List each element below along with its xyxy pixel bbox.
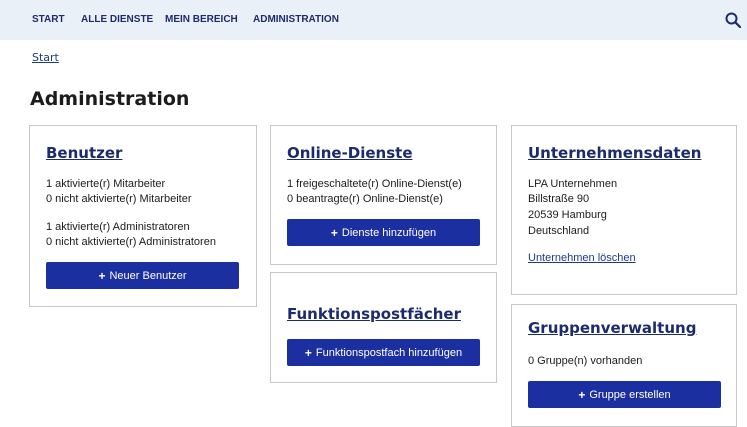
nav-item-alle-dienste[interactable]: ALLE DIENSTE — [81, 0, 153, 40]
plus-icon: + — [304, 345, 312, 360]
stat-groups: 0 Gruppe(n) vorhanden — [528, 355, 643, 367]
card-title-benutzer[interactable]: Benutzer — [46, 144, 122, 162]
create-group-button-label: Gruppe erstellen — [589, 388, 671, 401]
card-title-gruppenverwaltung[interactable]: Gruppenverwaltung — [528, 319, 696, 337]
stat-requested-services: 0 beantragte(r) Online-Dienst(e) — [287, 193, 443, 205]
search-icon[interactable] — [724, 11, 742, 29]
plus-icon: + — [98, 268, 106, 283]
card-funktionspostfaecher: Funktionspostfächer + Funktionspostfach … — [270, 272, 497, 383]
card-gruppenverwaltung: Gruppenverwaltung 0 Gruppe(n) vorhanden … — [511, 304, 737, 427]
stat-active-admins: 1 aktivierte(r) Administratoren — [46, 221, 190, 233]
company-name: LPA Unternehmen — [528, 178, 618, 190]
card-benutzer: Benutzer 1 aktivierte(r) Mitarbeiter 0 n… — [29, 125, 257, 307]
card-unternehmensdaten: Unternehmensdaten LPA Unternehmen Billst… — [511, 125, 737, 295]
nav-item-administration[interactable]: ADMINISTRATION — [253, 0, 339, 40]
add-services-button[interactable]: + Dienste hinzufügen — [287, 219, 480, 246]
plus-icon: + — [330, 225, 338, 240]
create-group-button[interactable]: + Gruppe erstellen — [528, 381, 721, 408]
stat-inactive-employees: 0 nicht aktivierte(r) Mitarbeiter — [46, 193, 192, 205]
add-function-mailbox-button-label: Funktionspostfach hinzufügen — [315, 346, 463, 359]
stat-active-employees: 1 aktivierte(r) Mitarbeiter — [46, 178, 166, 190]
nav-item-start[interactable]: START — [32, 0, 65, 40]
new-user-button[interactable]: + Neuer Benutzer — [46, 262, 239, 289]
page-title: Administration — [30, 88, 190, 110]
stat-inactive-admins: 0 nicht aktivierte(r) Administratoren — [46, 236, 216, 248]
delete-company-link[interactable]: Unternehmen löschen — [528, 252, 636, 264]
card-title-unternehmensdaten[interactable]: Unternehmensdaten — [528, 144, 701, 162]
add-function-mailbox-button[interactable]: + Funktionspostfach hinzufügen — [287, 339, 480, 366]
company-street: Billstraße 90 — [528, 193, 590, 205]
card-online-dienste: Online-Dienste 1 freigeschaltete(r) Onli… — [270, 125, 497, 265]
company-city: 20539 Hamburg — [528, 209, 607, 221]
stat-enabled-services: 1 freigeschaltete(r) Online-Dienst(e) — [287, 178, 462, 190]
company-country: Deutschland — [528, 225, 590, 237]
card-title-online-dienste[interactable]: Online-Dienste — [287, 144, 413, 162]
add-services-button-label: Dienste hinzufügen — [341, 226, 437, 239]
card-title-funktionspostfaecher[interactable]: Funktionspostfächer — [287, 305, 461, 323]
plus-icon: + — [578, 387, 586, 402]
new-user-button-label: Neuer Benutzer — [109, 269, 187, 282]
breadcrumb-start[interactable]: Start — [32, 51, 59, 64]
top-navigation: START ALLE DIENSTE MEIN BEREICH ADMINIST… — [0, 0, 747, 40]
nav-item-mein-bereich[interactable]: MEIN BEREICH — [165, 0, 238, 40]
